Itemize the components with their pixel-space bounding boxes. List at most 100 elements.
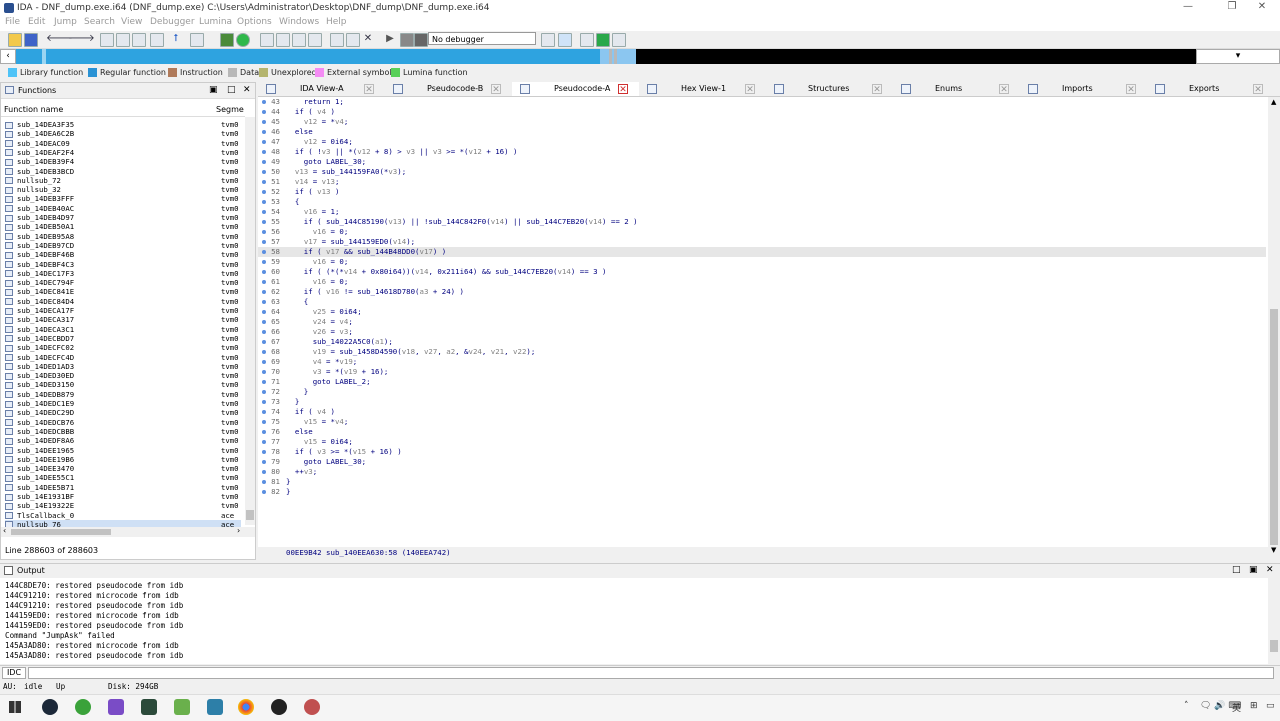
code-line[interactable]: 76 else [258,427,1266,437]
code-line[interactable]: 49 goto LABEL_30; [258,157,1266,167]
pause-icon[interactable] [400,33,414,47]
code-line[interactable]: 59 v16 = 0; [258,257,1266,267]
tab-pseudocode-a[interactable]: Pseudocode-A ✕ [512,82,639,96]
tab-exports[interactable]: Exports ✕ [1147,82,1274,96]
function-row[interactable]: sub_14DEB4D97 tvm0 [5,213,239,222]
function-row[interactable]: nullsub_32 tvm0 [5,185,239,194]
windows-start-icon[interactable] [9,701,21,713]
function-row[interactable]: sub_14DEE19B6 tvm0 [5,455,239,464]
binary-search-icon[interactable] [100,33,114,47]
code-line[interactable]: 64 v25 = 0i64; [258,307,1266,317]
menu-edit[interactable]: Edit [28,17,45,27]
hscroll-left-icon[interactable]: ‹ [3,526,6,535]
code-line[interactable]: 45 v12 = *v4; [258,117,1266,127]
pseudocode-view[interactable]: 43 return 1; 44 if ( v4 ) 45 v12 = *v4; 46 … [258,97,1268,547]
menu-jump[interactable]: Jump [54,17,77,27]
tab-enums[interactable]: Enums ✕ [893,82,1020,96]
stop-icon[interactable] [414,33,428,47]
lumina-push-icon[interactable] [612,33,626,47]
tab-close-icon[interactable]: ✕ [1253,84,1263,95]
functions-float-icon[interactable]: ▣ [209,85,218,95]
function-row[interactable]: sub_14DEC17F3 tvm0 [5,269,239,278]
function-row[interactable]: sub_14DEDB879 tvm0 [5,390,239,399]
code-line[interactable]: 81} [258,477,1266,487]
menu-options[interactable]: Options [237,17,272,27]
function-row[interactable]: sub_14DECA3C1 tvm0 [5,325,239,334]
function-row[interactable]: sub_14DEB3BCD tvm0 [5,167,239,176]
tab-close-icon[interactable]: ✕ [618,84,628,95]
functions-hscrollbar[interactable]: ‹ › [1,526,255,537]
column-function-name[interactable]: Function name [4,105,63,114]
close-button[interactable]: ✕ [1244,1,1280,15]
output-float-icon[interactable]: □ [1232,565,1241,575]
code-icon[interactable] [260,33,274,47]
function-row[interactable]: sub_14DEC84D4 tvm0 [5,297,239,306]
tray-chevron-icon[interactable]: ˄ [1184,701,1189,711]
code-line[interactable]: 62 if ( v16 != sub_14618D780(a3 + 24) ) [258,287,1266,297]
function-row[interactable]: sub_14DEB97CD tvm0 [5,241,239,250]
code-line[interactable]: 67 sub_14022A5C0(a1); [258,337,1266,347]
code-line[interactable]: 73 } [258,397,1266,407]
green-app-icon[interactable] [75,699,91,715]
navigation-band[interactable]: ‹ ▾ [0,49,1280,64]
tab-close-icon[interactable]: ✕ [1126,84,1136,95]
functions-close-icon[interactable]: ✕ [243,85,251,95]
code-line[interactable]: 61 v16 = 0; [258,277,1266,287]
code-line[interactable]: 75 v15 = *v4; [258,417,1266,427]
function-row[interactable]: sub_14DEE55C1 tvm0 [5,473,239,482]
nav-scroll-left-icon[interactable]: ‹ [0,49,16,64]
tab-close-icon[interactable]: ✕ [491,84,501,95]
output-log[interactable]: 144C8DE70: restored pseudocode from idb 1… [0,578,1268,664]
menu-debugger[interactable]: Debugger [150,17,195,27]
output-vscroll-thumb[interactable] [1270,640,1278,652]
save-icon[interactable] [24,33,38,47]
code-line[interactable]: 74 if ( v4 ) [258,407,1266,417]
functions-vscroll-thumb[interactable] [246,510,254,520]
obs-icon[interactable] [271,699,287,715]
output-vscrollbar[interactable] [1268,578,1280,664]
function-row[interactable]: sub_14DEAC09 tvm0 [5,139,239,148]
function-row[interactable]: sub_14DEDCB76 tvm0 [5,418,239,427]
function-row[interactable]: sub_14DEE3470 tvm0 [5,464,239,473]
data-icon[interactable] [276,33,290,47]
code-line[interactable]: 72 } [258,387,1266,397]
function-row[interactable]: sub_14DEBF4C3 tvm0 [5,260,239,269]
functions-list[interactable]: sub_14DEA3F35 tvm0 sub_14DEA6C2B tvm0 sub_14… [1,120,245,531]
code-line[interactable]: 69 v4 = *v19; [258,357,1266,367]
code-line[interactable]: 55 if ( sub_144C85190(v13) || !sub_144C8… [258,217,1266,227]
functions-vscrollbar[interactable] [245,117,255,525]
code-line[interactable]: 54 v16 = 1; [258,207,1266,217]
code-line[interactable]: 79 goto LABEL_30; [258,457,1266,467]
list-icon[interactable] [580,33,594,47]
code-line[interactable]: 78 if ( v3 >= *(v15 + 16) ) [258,447,1266,457]
function-row[interactable]: sub_14DEB40AC tvm0 [5,204,239,213]
function-row[interactable]: sub_14DEDF8A6 tvm0 [5,436,239,445]
code-line[interactable]: 57 v17 = sub_144159ED0(v14); [258,237,1266,247]
functions-maximize-icon[interactable]: □ [227,85,236,95]
code-line[interactable]: 77 v15 = 0i64; [258,437,1266,447]
debugger-options-icon[interactable] [541,33,555,47]
run-script-icon[interactable] [236,33,250,47]
function-row[interactable]: TlsCallback_0 ace [5,511,234,520]
code-line[interactable]: 66 v26 = v3; [258,327,1266,337]
tab-ida-view-a[interactable]: IDA View-A ✕ [258,82,385,96]
text-mode-icon[interactable] [190,33,204,47]
code-line[interactable]: 60 if ( (*(*v14 + 0x80i64))(v14, 0x211i6… [258,267,1266,277]
menu-file[interactable]: File [5,17,20,27]
function-row[interactable]: sub_14DEA3F35 tvm0 [5,120,239,129]
function-row[interactable]: sub_14DEB50A1 tvm0 [5,222,239,231]
output-maximize-icon[interactable]: ▣ [1249,565,1258,575]
function-row[interactable]: sub_14DEE1965 tvm0 [5,446,239,455]
code-line[interactable]: 52 if ( v13 ) [258,187,1266,197]
menu-lumina[interactable]: Lumina [199,17,232,27]
tab-close-icon[interactable]: ✕ [872,84,882,95]
nav-dropdown[interactable]: ▾ [1196,49,1280,64]
code-line[interactable]: 47 v12 = 0i64; [258,137,1266,147]
code-line[interactable]: 50 v13 = sub_144159FA0(*v3); [258,167,1266,177]
find-next-icon[interactable] [150,33,164,47]
chrome-icon[interactable] [238,699,254,715]
code-line[interactable]: 56 v16 = 0; [258,227,1266,237]
debugger-select[interactable]: No debugger [428,32,536,45]
code-line[interactable]: 58 if ( v17 && sub_144B48DD0(v17) ) [258,247,1266,257]
notepad-icon[interactable] [174,699,190,715]
